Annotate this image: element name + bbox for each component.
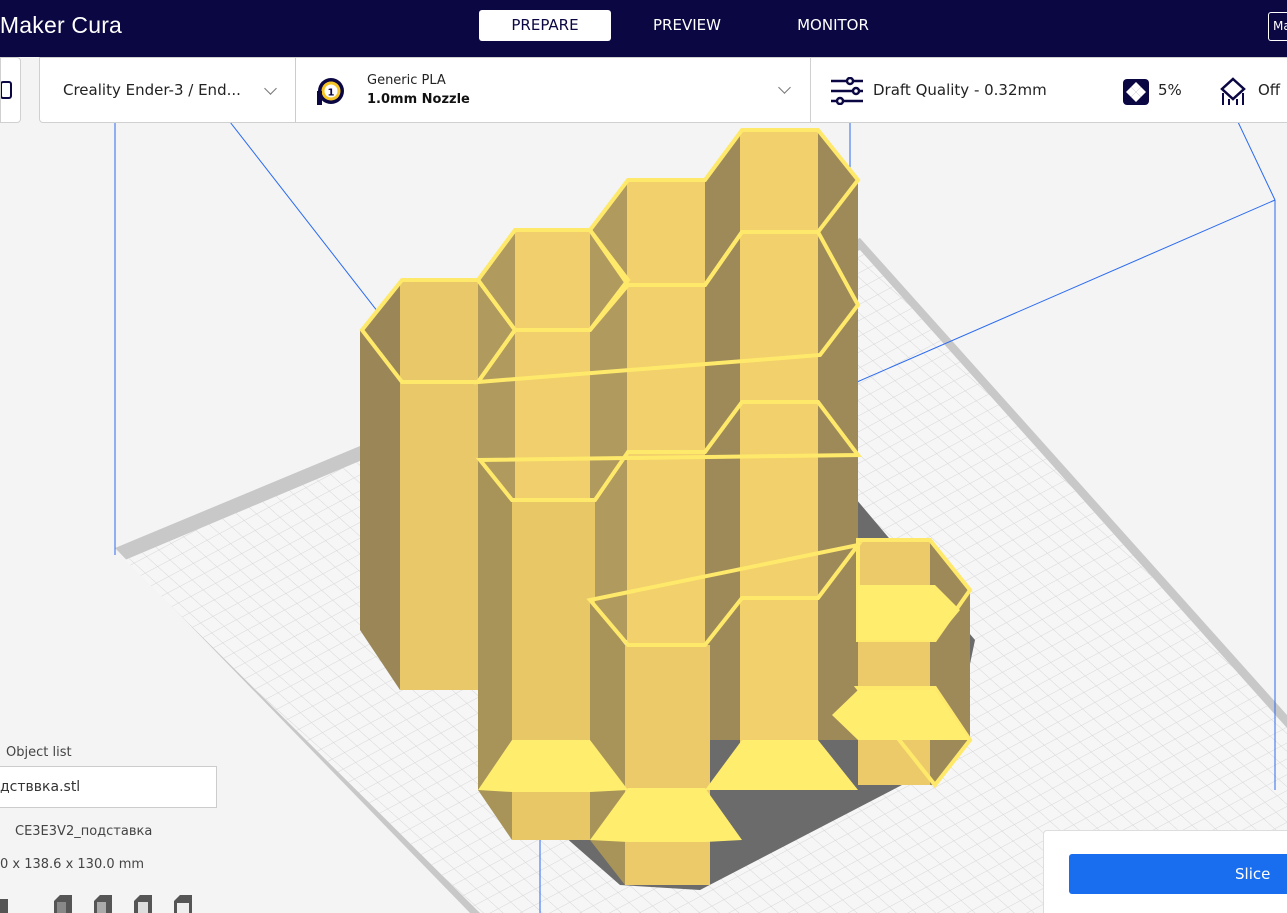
tab-monitor[interactable]: MONITOR [786, 10, 880, 41]
chevron-down-icon [264, 82, 277, 95]
tab-preview[interactable]: PREVIEW [640, 10, 734, 41]
object-name: CE3E3V2_подставка [15, 824, 153, 839]
settings-sliders-icon [831, 77, 863, 105]
printer-selector[interactable]: Creality Ender-3 / End... [39, 57, 296, 123]
infill-icon [1123, 79, 1149, 105]
object-list-item[interactable]: дстввка.stl [0, 766, 217, 808]
view-right-icon[interactable] [172, 893, 192, 913]
account-button[interactable]: Ma [1268, 12, 1287, 41]
slice-button[interactable]: Slice [1069, 854, 1287, 894]
extruder-icon: 1 [317, 78, 344, 105]
print-settings-selector[interactable]: Draft Quality - 0.32mm 5% Off [810, 57, 1287, 123]
profile-label: Draft Quality - 0.32mm [873, 81, 1047, 99]
view-front-icon[interactable] [52, 893, 72, 913]
object-dimensions: 0 x 138.6 x 130.0 mm [0, 857, 145, 872]
nozzle-size: 1.0mm Nozzle [367, 92, 470, 107]
tab-prepare[interactable]: PREPARE [479, 10, 611, 41]
infill-value: 5% [1158, 81, 1182, 99]
support-icon [1220, 77, 1246, 105]
material-name: Generic PLA [367, 73, 446, 88]
extruder-number: 1 [328, 88, 335, 99]
view-top-icon[interactable] [92, 893, 112, 913]
object-list-title[interactable]: Object list [6, 745, 72, 760]
app-logo: tiMaker Cura [0, 12, 123, 38]
support-value: Off [1258, 81, 1281, 99]
material-selector[interactable]: 1 Generic PLA 1.0mm Nozzle [295, 57, 811, 123]
chevron-down-icon [778, 81, 791, 94]
view-left-icon[interactable] [132, 893, 152, 913]
header-bar: tiMaker Cura PREPARE PREVIEW MONITOR Ma [0, 0, 1287, 57]
printer-name: Creality Ender-3 / End... [63, 81, 241, 99]
folder-icon [1, 81, 12, 99]
open-file-button[interactable] [0, 57, 21, 123]
view-3d-icon[interactable] [0, 893, 20, 913]
